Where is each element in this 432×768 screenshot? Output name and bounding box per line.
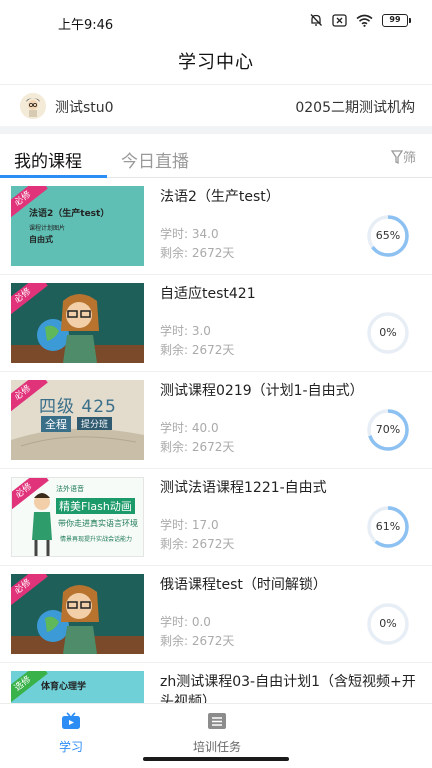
course-title: 法语2（生产test）	[160, 189, 280, 205]
tab-today-live[interactable]: 今日直播	[121, 147, 189, 172]
home-indicator	[143, 757, 289, 761]
filter-label: 筛	[402, 151, 416, 166]
section-divider	[0, 126, 432, 134]
course-row[interactable]: 法语2（生产test） 课程计划图片 自由式 必修 法语2（生产test） 学时…	[0, 178, 432, 275]
course-tabs: 我的课程 今日直播 筛	[0, 134, 432, 178]
course-thumbnail: 法外语音 精美Flash动画 带你走进真实语言环境 情景再现提升实战会话能力 必…	[11, 477, 144, 557]
avatar[interactable]	[20, 93, 46, 119]
thumb-text: 带你走进真实语言环境	[58, 519, 138, 528]
course-remaining: 剩余: 2672天	[160, 537, 235, 551]
header: 学习中心	[0, 40, 432, 82]
course-hours: 学时: 3.0	[160, 324, 211, 338]
filter-icon	[390, 149, 403, 164]
thumb-text: 体育心理学	[41, 682, 87, 692]
course-hours: 学时: 17.0	[160, 518, 219, 532]
course-hours: 学时: 34.0	[160, 227, 219, 241]
tab-my-courses[interactable]: 我的课程	[14, 147, 82, 172]
status-time: 上午9:46	[58, 18, 114, 33]
course-row[interactable]: 四级 425 全程 提分班 必修 测试课程0219（计划1-自由式） 学时: 4…	[0, 372, 432, 469]
course-remaining: 剩余: 2672天	[160, 343, 235, 357]
course-thumbnail: 必修	[11, 283, 144, 363]
tv-icon	[62, 712, 80, 729]
course-thumbnail: 法语2（生产test） 课程计划图片 自由式 必修	[11, 186, 144, 266]
thumb-text: 自由式	[29, 235, 53, 244]
progress-ring: 0%	[366, 311, 410, 355]
user-bar[interactable]: 测试stu0 0205二期测试机构	[0, 84, 432, 126]
progress-label: 0%	[379, 617, 397, 630]
course-remaining: 剩余: 2672天	[160, 440, 235, 454]
course-remaining: 剩余: 2672天	[160, 246, 235, 260]
nav-training-tasks-label: 培训任务	[192, 740, 241, 754]
thumb-text: 精美Flash动画	[56, 498, 135, 514]
course-row[interactable]: 必修 俄语课程test（时间解锁） 学时: 0.0 剩余: 2672天 0%	[0, 566, 432, 663]
thumb-text: 法外语音	[56, 485, 84, 493]
progress-ring: 70%	[366, 408, 410, 452]
filter-button[interactable]: 筛	[390, 147, 416, 166]
thumb-text: 课程计划图片	[29, 225, 66, 232]
list-icon	[208, 713, 226, 729]
thumb-text: 法语2（生产test）	[29, 209, 110, 219]
bell-muted-icon	[309, 13, 323, 27]
course-row[interactable]: 必修 自适应test421 学时: 3.0 剩余: 2672天 0%	[0, 275, 432, 372]
page-title: 学习中心	[178, 52, 254, 73]
thumb-text: 提分班	[77, 417, 113, 430]
course-title: 俄语课程test（时间解锁）	[160, 577, 327, 593]
battery-icon: 99	[382, 13, 411, 27]
course-title: 自适应test421	[160, 286, 256, 302]
thumb-text: 全程	[41, 416, 71, 432]
organization-name: 0205二期测试机构	[295, 100, 415, 116]
course-thumbnail: 必修	[11, 574, 144, 654]
nav-study-label: 学习	[58, 740, 83, 754]
progress-label: 70%	[375, 423, 401, 436]
progress-label: 0%	[379, 326, 397, 339]
progress-ring: 65%	[366, 214, 410, 258]
progress-ring: 61%	[366, 505, 410, 549]
status-icons: 99	[309, 13, 411, 27]
nav-training-tasks[interactable]: 培训任务	[182, 712, 252, 755]
course-remaining: 剩余: 2672天	[160, 634, 235, 648]
progress-ring: 0%	[366, 602, 410, 646]
course-thumbnail: 四级 425 全程 提分班 必修	[11, 380, 144, 460]
thumb-text: 四级 425	[39, 397, 117, 417]
course-title: 测试法语课程1221-自由式	[160, 480, 327, 496]
course-row[interactable]: 法外语音 精美Flash动画 带你走进真实语言环境 情景再现提升实战会话能力 必…	[0, 469, 432, 566]
nav-study[interactable]: 学习	[46, 712, 96, 755]
progress-label: 65%	[375, 229, 401, 242]
wifi-icon	[356, 14, 373, 27]
sim-x-icon	[332, 13, 347, 27]
username: 测试stu0	[55, 100, 114, 116]
course-title: 测试课程0219（计划1-自由式）	[160, 383, 364, 399]
course-hours: 学时: 0.0	[160, 615, 211, 629]
status-bar: 上午9:46 99	[0, 0, 432, 40]
progress-label: 61%	[375, 520, 401, 533]
thumb-text: 情景再现提升实战会话能力	[60, 536, 133, 543]
course-hours: 学时: 40.0	[160, 421, 219, 435]
